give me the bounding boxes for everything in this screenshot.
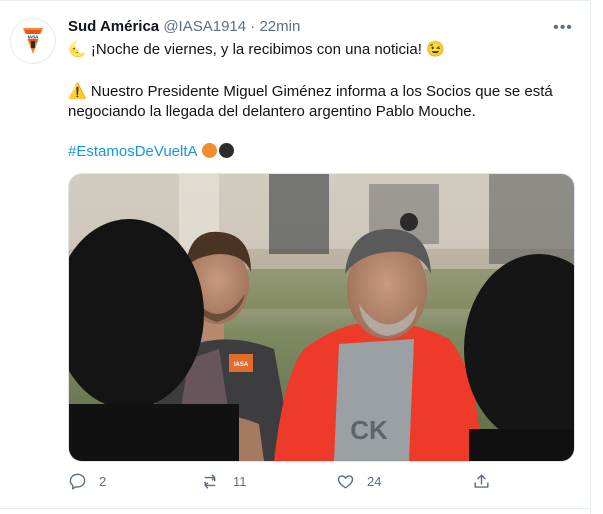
tweet-actions: 2 11 24	[68, 470, 573, 492]
like-count: 24	[367, 473, 382, 489]
tweet-text-line-1: 🌜 ¡Noche de viernes, y la recibimos con …	[68, 40, 573, 60]
frame-bottom-border	[0, 508, 591, 509]
share-icon	[474, 473, 489, 488]
wink-emoji-icon: 😉	[426, 41, 445, 58]
svg-text:IASA: IASA	[28, 34, 40, 39]
avatar[interactable]: IASA	[10, 18, 56, 64]
reply-icon	[69, 473, 86, 490]
tweet-text-paragraph: ⚠️ Nuestro Presidente Miguel Giménez inf…	[68, 82, 573, 122]
black-circle-icon	[218, 143, 234, 158]
photo-scene: IASA CK	[69, 174, 574, 461]
tweet-timestamp[interactable]: 22min	[259, 18, 300, 35]
tweet-header: Sud América @IASA1914 · 22min	[68, 17, 300, 37]
reply-button[interactable]: 2	[68, 470, 106, 492]
retweet-icon	[204, 473, 216, 489]
author-name[interactable]: Sud América	[68, 18, 159, 35]
author-handle[interactable]: @IASA1914	[163, 18, 246, 35]
tweet-line-2: Nuestro Presidente Miguel Giménez inform…	[68, 83, 553, 120]
warning-emoji-icon: ⚠️	[68, 83, 87, 100]
frame-top-border	[0, 0, 591, 1]
tweet-photo[interactable]: IASA CK	[68, 173, 575, 462]
like-button[interactable]: 24	[336, 470, 381, 492]
orange-circle-icon	[201, 143, 217, 158]
reply-count: 2	[99, 473, 107, 489]
svg-text:CK: CK	[350, 415, 388, 445]
svg-text:IASA: IASA	[234, 362, 249, 368]
frame-right-border	[590, 0, 591, 514]
header-separator: ·	[246, 18, 260, 35]
club-crest-icon: IASA	[23, 28, 43, 54]
share-button[interactable]	[472, 470, 503, 492]
moon-emoji-icon: 🌜	[68, 41, 87, 58]
hashtag-row: #EstamosDeVueltA	[68, 142, 573, 162]
retweet-button[interactable]: 11	[202, 470, 247, 492]
retweet-count: 11	[233, 473, 247, 489]
more-options-icon[interactable]: •••	[552, 18, 574, 38]
heart-icon	[337, 474, 354, 489]
hashtag-link[interactable]: #EstamosDeVueltA	[68, 143, 198, 160]
tweet-line-1: ¡Noche de viernes, y la recibimos con un…	[90, 41, 422, 58]
